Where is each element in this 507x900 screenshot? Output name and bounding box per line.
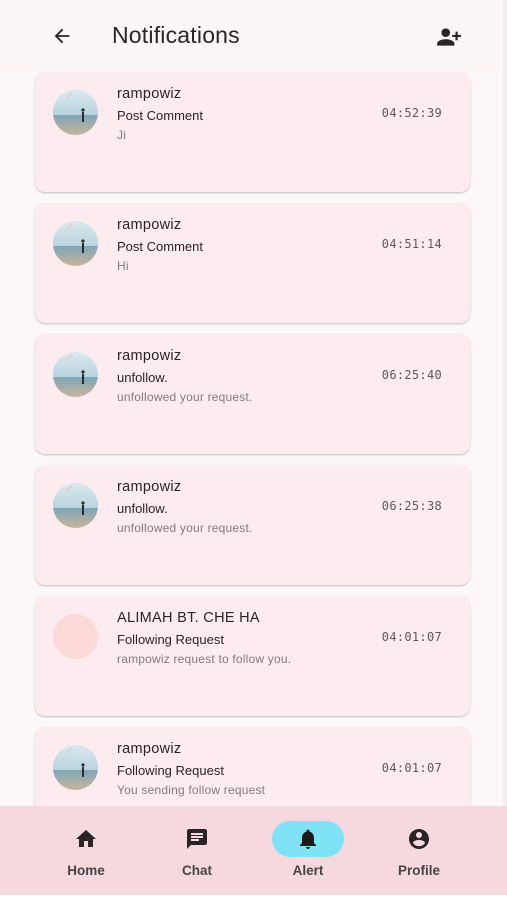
chat-icon: [185, 827, 209, 851]
notification-time: 06:25:40: [381, 368, 442, 382]
nav-label: Home: [67, 863, 105, 878]
sender-name: rampowiz: [117, 479, 182, 495]
bottom-edge: [0, 895, 507, 900]
avatar: [53, 352, 98, 397]
notification-card[interactable]: rampowiz unfollow. unfollowed your reque…: [35, 465, 470, 585]
nav-label: Profile: [397, 863, 440, 878]
home-icon: [74, 827, 98, 851]
sender-name: rampowiz: [117, 217, 182, 233]
notification-message: unfollowed your request.: [117, 390, 253, 404]
sender-name: rampowiz: [117, 348, 182, 364]
notification-type: Following Request: [117, 632, 224, 647]
nav-label: Chat: [182, 863, 212, 878]
notification-type: unfollow.: [117, 370, 168, 385]
bell-icon: [296, 827, 320, 851]
notification-card[interactable]: ALIMAH BT. CHE HA Following Request ramp…: [35, 596, 470, 716]
avatar: [53, 221, 98, 266]
app-bar: Notifications: [0, 0, 503, 72]
notification-message: rampowiz request to follow you.: [117, 652, 292, 666]
nav-label: Alert: [292, 863, 324, 878]
notification-time: 04:51:14: [381, 237, 442, 251]
avatar: [53, 745, 98, 790]
notification-type: Post Comment: [117, 108, 203, 123]
nav-chat[interactable]: Chat: [142, 806, 252, 895]
notification-card[interactable]: rampowiz unfollow. unfollowed your reque…: [35, 334, 470, 454]
nav-alert[interactable]: Alert: [253, 806, 363, 895]
notification-type: Post Comment: [117, 239, 203, 254]
notification-list[interactable]: rampowiz Post Comment Ji 04:52:39 rampow…: [0, 72, 503, 806]
add-user-button[interactable]: [432, 21, 466, 53]
screen-edge: [503, 0, 507, 900]
notification-card[interactable]: rampowiz Following Request You sending f…: [35, 727, 470, 806]
notification-time: 04:52:39: [381, 106, 442, 120]
notification-card[interactable]: rampowiz Post Comment Hi 04:51:14: [35, 203, 470, 323]
nav-home[interactable]: Home: [31, 806, 141, 895]
account-circle-icon: [407, 827, 431, 851]
notification-message: Hi: [117, 259, 129, 273]
notification-time: 04:01:07: [381, 761, 442, 775]
nav-profile[interactable]: Profile: [364, 806, 474, 895]
sender-name: rampowiz: [117, 86, 182, 102]
notification-card[interactable]: rampowiz Post Comment Ji 04:52:39: [35, 72, 470, 192]
notification-message: Ji: [117, 128, 127, 142]
avatar: [53, 483, 98, 528]
notification-type: Following Request: [117, 763, 224, 778]
avatar-placeholder: [53, 614, 98, 659]
notification-time: 04:01:07: [381, 630, 442, 644]
bottom-navigation: Home Chat Alert Profile: [0, 806, 507, 895]
person-add-icon: [437, 28, 461, 46]
sender-name: ALIMAH BT. CHE HA: [117, 610, 260, 626]
notification-message: You sending follow request: [117, 783, 266, 797]
avatar: [53, 90, 98, 135]
page-title: Notifications: [112, 22, 240, 48]
sender-name: rampowiz: [117, 741, 182, 757]
notifications-screen: Notifications rampowiz Post Comment Ji 0…: [0, 0, 503, 900]
arrow-left-icon: [54, 28, 70, 44]
notification-message: unfollowed your request.: [117, 521, 253, 535]
notification-time: 06:25:38: [381, 499, 442, 513]
notification-type: unfollow.: [117, 501, 168, 516]
back-button[interactable]: [46, 20, 78, 52]
